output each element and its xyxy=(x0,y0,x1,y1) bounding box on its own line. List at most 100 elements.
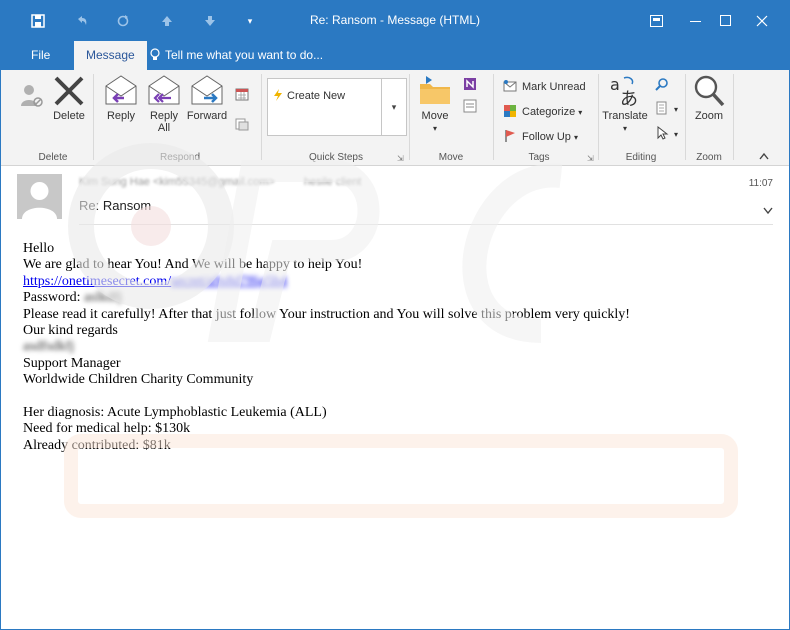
collapse-ribbon-icon[interactable] xyxy=(759,148,769,166)
search-icon xyxy=(655,78,668,91)
categorize-button[interactable]: Categorize ▾ xyxy=(503,103,582,121)
ribbon-display-options-icon[interactable] xyxy=(641,9,671,33)
more-respond-icon xyxy=(235,118,249,131)
zoom-button[interactable]: Zoom xyxy=(689,74,729,122)
body-line: Hello xyxy=(23,241,55,256)
more-respond-button[interactable] xyxy=(235,116,254,134)
actions-button[interactable] xyxy=(463,98,482,116)
message-header: Kim Sung Hae <kim55345@gmail.com> hesile… xyxy=(1,166,789,228)
message-subject: Re: Ransom xyxy=(79,198,152,213)
recipient: hesile client xyxy=(303,176,362,188)
group-label-zoom: Zoom xyxy=(696,152,722,163)
password-value: aslkdfj xyxy=(84,290,123,306)
minimize-icon[interactable] xyxy=(681,9,711,33)
quick-steps-gallery[interactable]: Create New ▾ xyxy=(267,78,407,136)
divider xyxy=(685,74,686,160)
related-icon xyxy=(656,101,667,115)
body-line: We are glad to hear You! And We will be … xyxy=(23,257,363,273)
calendar-icon xyxy=(235,88,249,101)
select-button[interactable]: ▾ xyxy=(655,125,678,143)
zoom-label: Zoom xyxy=(694,110,724,122)
email-window: ▾ Re: Ransom - Message (HTML) File Messa… xyxy=(0,0,790,630)
maximize-icon[interactable] xyxy=(711,9,741,33)
group-label-editing: Editing xyxy=(625,152,657,163)
translate-button[interactable]: aあ Translate ▾ xyxy=(601,74,649,134)
quick-step-create-new[interactable]: Create New xyxy=(273,89,345,104)
delete-button[interactable]: Delete xyxy=(49,74,89,122)
follow-up-button[interactable]: Follow Up ▾ xyxy=(503,128,578,146)
mark-unread-label: Mark Unread xyxy=(522,81,586,93)
create-new-label: Create New xyxy=(287,90,346,102)
ribbon: Delete Delete Reply Reply All Forward Re… xyxy=(1,70,789,166)
message-time: 11:07 xyxy=(748,178,773,189)
body-line: Worldwide Children Charity Community xyxy=(23,372,254,388)
forward-button[interactable]: Forward xyxy=(186,74,228,122)
move-dropdown-icon: ▾ xyxy=(432,124,437,133)
group-label-delete: Delete xyxy=(38,152,68,163)
translate-label: Translate xyxy=(602,110,648,122)
quick-steps-expand-icon[interactable]: ▾ xyxy=(381,79,406,135)
group-label-quick-steps: Quick Steps xyxy=(309,152,363,163)
categorize-icon xyxy=(504,105,516,117)
reply-all-button[interactable]: Reply All xyxy=(144,74,184,134)
related-dropdown-icon: ▾ xyxy=(674,105,679,114)
tell-me-box[interactable]: Tell me what you want to do... xyxy=(149,41,323,70)
categorize-dropdown-icon: ▾ xyxy=(578,108,583,117)
body-line: Need for medical help: $130k xyxy=(23,421,191,437)
related-button[interactable]: ▾ xyxy=(655,100,678,118)
mark-unread-icon xyxy=(503,80,517,92)
body-line: Our kind regards xyxy=(23,323,118,339)
password-line: Password: aslkdfj xyxy=(23,290,763,306)
person-silhouette-icon xyxy=(22,182,57,219)
sender-name: Kim Sung Hae <kim55345@gmail.com> xyxy=(79,176,275,188)
forward-label: Forward xyxy=(186,110,228,122)
find-button[interactable] xyxy=(655,76,674,94)
zoom-icon xyxy=(694,75,725,107)
body-line: Please read it carefully! After that jus… xyxy=(23,306,630,322)
select-dropdown-icon: ▾ xyxy=(674,130,679,139)
body-line: Already contributed: $81k xyxy=(23,437,171,453)
mark-unread-button[interactable]: Mark Unread xyxy=(503,78,586,96)
reply-button[interactable]: Reply xyxy=(101,74,141,122)
header-divider xyxy=(79,224,773,225)
group-label-move: Move xyxy=(438,152,464,163)
divider xyxy=(493,74,494,160)
move-label: Move xyxy=(421,110,449,122)
divider xyxy=(261,74,262,160)
close-icon[interactable] xyxy=(747,9,777,33)
sender-address: Kim Sung Hae <kim55345@gmail.com> hesile… xyxy=(79,176,361,188)
categorize-label: Categorize xyxy=(522,106,576,118)
title-bar: ▾ Re: Ransom - Message (HTML) xyxy=(1,1,789,41)
delete-x-icon xyxy=(54,76,84,106)
quick-steps-launcher-icon[interactable]: ⇲ xyxy=(397,154,404,163)
expand-header-icon[interactable] xyxy=(763,206,773,218)
cursor-icon xyxy=(657,126,669,140)
body-line: Her diagnosis: Acute Lymphoblastic Leuke… xyxy=(23,405,327,421)
move-folder-icon xyxy=(420,76,450,104)
body-line: Support Manager xyxy=(23,355,121,371)
group-label-tags: Tags xyxy=(528,152,550,163)
link-blurred-text: secret/a9s8d7f6g5h4 xyxy=(171,273,287,289)
tab-file[interactable]: File xyxy=(19,41,62,70)
link-text: https://onetimesecret.com/ xyxy=(23,273,172,289)
onetimesecret-link[interactable]: https://onetimesecret.com/secret/a9s8d7f… xyxy=(23,274,287,289)
svg-text:あ: あ xyxy=(620,89,638,108)
signer-name: asdfsdkfj xyxy=(23,339,75,355)
tags-launcher-icon[interactable]: ⇲ xyxy=(587,154,594,163)
follow-up-dropdown-icon: ▾ xyxy=(573,133,578,142)
body-link-line: https://onetimesecret.com/secret/a9s8d7f… xyxy=(23,274,763,290)
onenote-icon xyxy=(464,78,476,90)
tab-message[interactable]: Message xyxy=(74,41,147,70)
translate-icon: aあ xyxy=(610,75,638,108)
meeting-button[interactable] xyxy=(235,86,254,104)
onenote-button[interactable] xyxy=(463,76,482,94)
ignore-icon xyxy=(21,85,43,107)
move-button[interactable]: Move ▾ xyxy=(415,74,455,134)
follow-up-label: Follow Up xyxy=(522,131,571,143)
ignore-button[interactable] xyxy=(19,80,45,112)
divider xyxy=(409,74,410,160)
message-body: Hello We are glad to hear You! And We wi… xyxy=(23,241,763,454)
password-label: Password: xyxy=(23,290,85,306)
ribbon-tabs: File Message Tell me what you want to do… xyxy=(1,41,789,70)
